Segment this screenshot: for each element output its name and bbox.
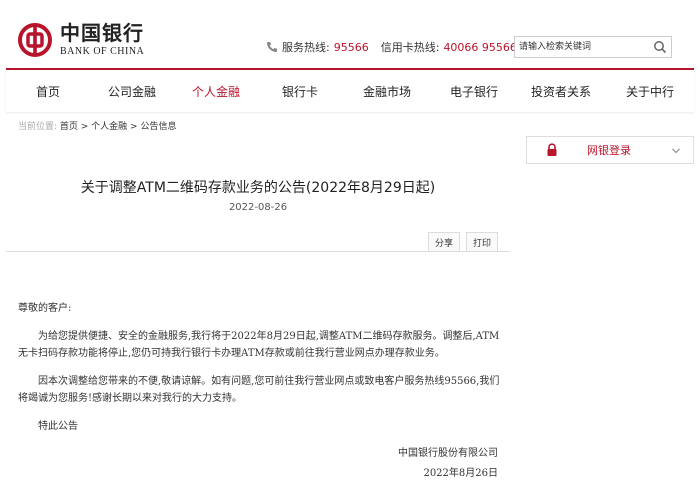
breadcrumb-label: 当前位置:: [18, 122, 58, 132]
article-title: 关于调整ATM二维码存款业务的公告(2022年8月29日起): [80, 180, 436, 196]
search-box: [514, 36, 672, 58]
boc-logo-icon: [18, 23, 52, 57]
article-date: 2022-08-26: [228, 202, 288, 213]
breadcrumb: 当前位置: 首页 > 个人金融 > 公告信息: [18, 119, 176, 132]
search-input[interactable]: [515, 37, 649, 57]
phone-icon: [267, 42, 277, 52]
salutation: 尊敬的客户:: [18, 303, 72, 314]
logo-wordmark: 中国银行 BANK OF CHINA: [60, 22, 144, 58]
article-body: 尊敬的客户: 为给您提供便捷、安全的金融服务,我行将于2022年8月29日起,调…: [18, 300, 508, 482]
issuer: 中国银行股份有限公司: [398, 448, 498, 459]
nav-item-personal-banking[interactable]: 个人金融: [174, 83, 258, 100]
nav-item-home[interactable]: 首页: [6, 83, 90, 100]
lock-icon: [547, 143, 557, 156]
divider: [6, 251, 510, 252]
main-nav: 首页 公司金融 个人金融 银行卡 金融市场 电子银行 投资者关系 关于中行: [6, 68, 694, 112]
bank-logo[interactable]: 中国银行 BANK OF CHINA: [18, 18, 178, 62]
online-banking-login-button[interactable]: 网银登录: [526, 136, 694, 164]
search-icon[interactable]: [653, 40, 667, 54]
logo-chinese-name: 中国银行: [60, 21, 144, 45]
share-button[interactable]: 分享: [428, 232, 460, 252]
service-hotline-number[interactable]: 95566: [334, 41, 369, 54]
hotline-bar: 服务热线: 95566 信用卡热线: 40066 95566: [266, 39, 517, 55]
article-tools: 分享 打印: [428, 232, 504, 252]
nav-item-e-banking[interactable]: 电子银行: [432, 83, 516, 100]
issue-date: 2022年8月26日: [423, 468, 498, 479]
nav-item-about-boc[interactable]: 关于中行: [606, 83, 694, 100]
closing: 特此公告: [38, 421, 78, 432]
paragraph-1: 为给您提供便捷、安全的金融服务,我行将于2022年8月29日起,调整ATM二维码…: [18, 331, 500, 359]
card-hotline-number[interactable]: 40066 95566: [443, 41, 516, 54]
print-button[interactable]: 打印: [466, 232, 498, 252]
breadcrumb-trail[interactable]: 首页 > 个人金融 > 公告信息: [60, 122, 177, 132]
nav-item-financial-markets[interactable]: 金融市场: [342, 83, 432, 100]
paragraph-2: 因本次调整给您带来的不便,敬请谅解。如有问题,您可前往我行营业网点或致电客户服务…: [18, 376, 500, 404]
card-hotline-label: 信用卡热线:: [380, 41, 440, 54]
nav-item-investor-relations[interactable]: 投资者关系: [516, 83, 606, 100]
nav-item-bank-card[interactable]: 银行卡: [258, 83, 342, 100]
service-hotline-label: 服务热线:: [282, 41, 330, 54]
site-header: 中国银行 BANK OF CHINA 服务热线: 95566 信用卡热线: 40…: [0, 0, 700, 112]
nav-item-corporate-banking[interactable]: 公司金融: [90, 83, 174, 100]
logo-english-name: BANK OF CHINA: [60, 46, 145, 57]
login-label: 网银登录: [587, 144, 631, 157]
chevron-down-icon: [672, 148, 680, 154]
